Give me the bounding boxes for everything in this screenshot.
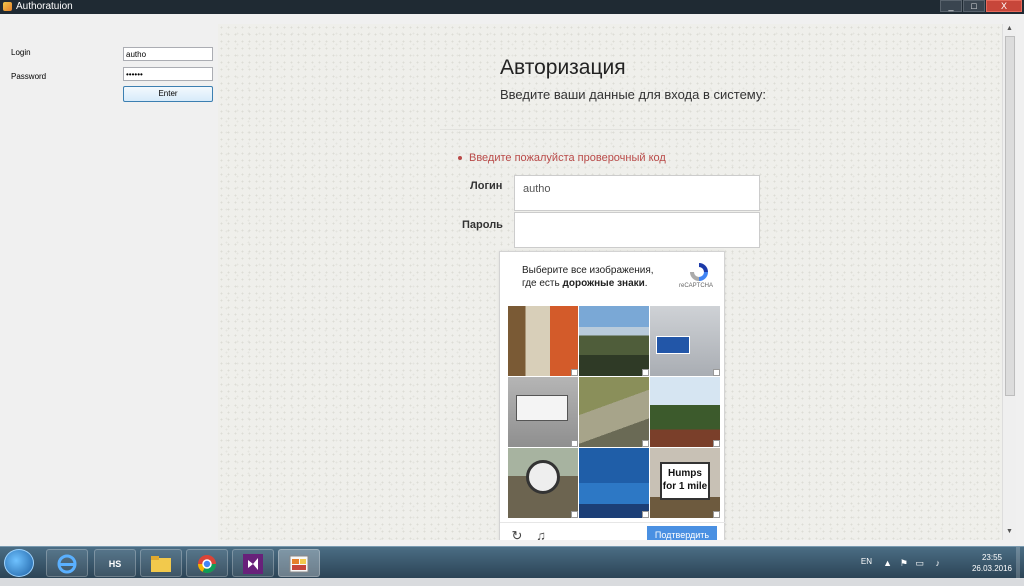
- road-sign-image: [516, 395, 568, 421]
- close-button[interactable]: X: [986, 0, 1022, 12]
- captcha-tile[interactable]: [650, 306, 720, 376]
- captcha-footer: ↻ ♫ Подтвердить: [500, 522, 726, 540]
- login-panel: Login autho Password •••••• Enter: [0, 14, 218, 546]
- verify-button[interactable]: Подтвердить: [647, 526, 717, 540]
- password-label: Password: [11, 72, 47, 81]
- captcha-tile[interactable]: [579, 448, 649, 518]
- language-indicator[interactable]: EN: [861, 557, 872, 566]
- network-icon[interactable]: ▭: [915, 558, 924, 569]
- divider: [440, 129, 800, 130]
- tile-select-box: [713, 369, 720, 376]
- visual-studio-icon[interactable]: [232, 549, 274, 577]
- page-subtitle: Введите ваши данные для входа в систему:: [500, 87, 766, 102]
- login-field-label: Логин: [470, 180, 503, 192]
- tile-select-box: [571, 369, 578, 376]
- folder-icon: [151, 556, 171, 572]
- hs-app-icon[interactable]: HS: [94, 549, 136, 577]
- reload-icon[interactable]: ↻: [510, 529, 524, 541]
- headphones-icon[interactable]: ♫: [534, 529, 548, 541]
- captcha-image-grid: Humps for 1 mile: [508, 306, 720, 518]
- tile-select-box: [571, 440, 578, 447]
- recaptcha-logo-icon: [690, 263, 708, 281]
- window-controls: _ □ X: [939, 0, 1022, 12]
- taskbar: HS EN ▲ ⚑ ▭ ♪ 23:55 26.03.2016: [0, 546, 1024, 579]
- captcha-instruction-line2: где есть дорожные знаки.: [522, 277, 654, 290]
- captcha-tile[interactable]: [650, 377, 720, 447]
- captcha-tile[interactable]: [579, 306, 649, 376]
- form-app-icon: [289, 555, 309, 573]
- humps-sign-image: Humps for 1 mile: [660, 462, 710, 500]
- show-hidden-icons-icon[interactable]: ▲: [883, 558, 892, 568]
- maximize-button[interactable]: □: [963, 0, 985, 12]
- captcha-instruction: Выберите все изображения, где есть дорож…: [522, 264, 654, 290]
- scroll-up-icon[interactable]: ▲: [1006, 25, 1013, 32]
- captcha-tile[interactable]: [579, 377, 649, 447]
- bullet-icon: [458, 156, 462, 161]
- enter-button[interactable]: Enter: [123, 86, 213, 102]
- action-center-flag-icon[interactable]: ⚑: [900, 558, 908, 569]
- volume-icon[interactable]: ♪: [936, 558, 941, 568]
- login-input[interactable]: autho: [123, 47, 213, 61]
- app-window: Authoratuion _ □ X Login autho Password …: [0, 0, 1024, 546]
- tile-select-box: [571, 511, 578, 518]
- clock[interactable]: 23:55 26.03.2016: [970, 552, 1014, 574]
- captcha-tile[interactable]: [508, 448, 578, 518]
- winforms-app-icon[interactable]: [278, 549, 320, 577]
- chrome-icon[interactable]: [186, 549, 228, 577]
- tile-select-box: [642, 369, 649, 376]
- captcha-tile[interactable]: [508, 306, 578, 376]
- window-title: Authoratuion: [16, 1, 73, 12]
- captcha-prefix: где есть: [522, 278, 563, 289]
- error-text: Введите пожалуйста проверочный код: [469, 152, 666, 164]
- round-sign-image: [526, 460, 560, 494]
- captcha-tile[interactable]: [508, 377, 578, 447]
- minimize-button[interactable]: _: [940, 0, 962, 12]
- password-field-label: Пароль: [462, 219, 503, 231]
- captcha-suffix: .: [644, 278, 648, 289]
- page-title: Авторизация: [500, 56, 626, 79]
- street-sign-image: [656, 336, 690, 354]
- tile-select-box: [713, 511, 720, 518]
- password-field[interactable]: [514, 212, 760, 248]
- login-label: Login: [11, 48, 31, 57]
- web-browser-view: Авторизация Введите ваши данные для вход…: [218, 24, 1002, 540]
- login-field[interactable]: autho: [514, 175, 760, 211]
- captcha-target: дорожные знаки: [562, 278, 645, 289]
- ie-logo-icon: [57, 554, 77, 574]
- scroll-down-icon[interactable]: ▼: [1006, 528, 1013, 535]
- start-button[interactable]: [4, 549, 34, 577]
- file-explorer-icon[interactable]: [140, 549, 182, 577]
- clock-time: 23:55: [981, 553, 1003, 562]
- password-input[interactable]: ••••••: [123, 67, 213, 81]
- app-icon: [3, 2, 12, 11]
- clock-date: 26.03.2016: [971, 564, 1013, 573]
- tile-select-box: [713, 440, 720, 447]
- vertical-scrollbar[interactable]: ▲ ▼: [1002, 24, 1016, 540]
- title-bar[interactable]: Authoratuion _ □ X: [0, 0, 1024, 14]
- captcha-instruction-line1: Выберите все изображения,: [522, 265, 654, 276]
- recaptcha-label: reCAPTCHA: [679, 283, 714, 289]
- tile-select-box: [642, 511, 649, 518]
- recaptcha-challenge: Выберите все изображения, где есть дорож…: [499, 251, 726, 540]
- scrollbar-thumb[interactable]: [1005, 36, 1015, 396]
- internet-explorer-icon[interactable]: [46, 549, 88, 577]
- vs-logo-icon: [243, 554, 263, 574]
- show-desktop-button[interactable]: [1016, 547, 1020, 579]
- chrome-logo-icon: [198, 555, 216, 574]
- tile-select-box: [642, 440, 649, 447]
- validation-error: Введите пожалуйста проверочный код: [458, 152, 666, 164]
- captcha-tile[interactable]: Humps for 1 mile: [650, 448, 720, 518]
